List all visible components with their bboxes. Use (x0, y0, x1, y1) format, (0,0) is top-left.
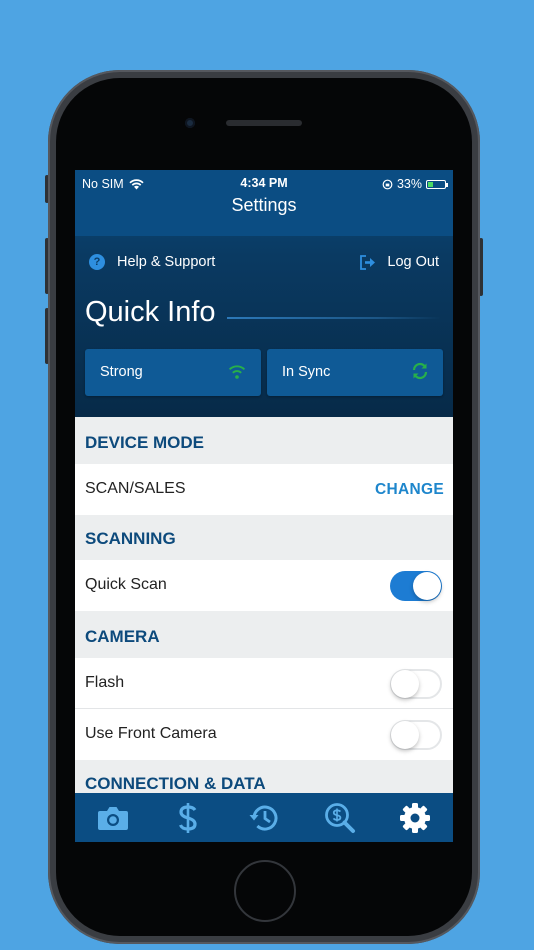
device-mode-row: SCAN/SALES CHANGE (75, 464, 453, 515)
wifi-signal-icon (228, 365, 246, 379)
navigation-bar: No SIM 4:34 PM 33% Settings (75, 170, 453, 236)
front-camera-row: Use Front Camera (75, 709, 453, 760)
price-search-icon (324, 802, 355, 833)
toggle-knob (391, 670, 419, 698)
section-device-mode: DEVICE MODE (75, 417, 453, 464)
tab-bar (75, 793, 453, 842)
tab-price-lookup[interactable] (315, 798, 365, 838)
earpiece-speaker (226, 120, 302, 126)
section-camera: CAMERA (75, 611, 453, 658)
tab-sales[interactable] (163, 798, 213, 838)
app-screen: No SIM 4:34 PM 33% Settings ? Help & Sup… (75, 170, 453, 842)
change-mode-button[interactable]: CHANGE (375, 481, 444, 499)
front-camera-icon (185, 118, 195, 128)
page-title: Settings (231, 195, 297, 215)
header-actions: ? Help & Support Log Out (89, 254, 439, 276)
help-icon: ? (89, 254, 105, 270)
quick-scan-toggle[interactable] (390, 571, 442, 601)
device-mode-value: SCAN/SALES (85, 480, 186, 497)
signal-strength-label: Strong (100, 364, 143, 380)
gear-icon (400, 802, 431, 833)
section-title: CAMERA (85, 627, 160, 646)
battery-percent: 33% (396, 177, 422, 191)
toggle-knob (413, 572, 441, 600)
battery-level-fill (428, 181, 433, 187)
camera-icon (97, 806, 128, 830)
quick-scan-label: Quick Scan (85, 576, 167, 593)
quick-info-divider (227, 317, 441, 319)
section-title: SCANNING (85, 529, 176, 548)
tab-scan[interactable] (88, 798, 138, 838)
status-battery: 33% (382, 176, 448, 192)
quick-info-title: Quick Info (85, 296, 216, 328)
log-out-button[interactable]: Log Out (359, 254, 439, 270)
log-out-icon (360, 254, 376, 270)
flash-toggle[interactable] (390, 669, 442, 699)
home-button[interactable] (234, 860, 296, 922)
sync-icon (412, 362, 428, 380)
front-camera-label: Use Front Camera (85, 725, 217, 742)
flash-row: Flash (75, 658, 453, 709)
section-title: DEVICE MODE (85, 433, 205, 452)
tab-settings[interactable] (390, 798, 440, 838)
help-support-link[interactable]: ? Help & Support (89, 254, 215, 270)
tab-history[interactable] (239, 798, 289, 838)
log-out-label: Log Out (387, 254, 439, 270)
flash-label: Flash (85, 674, 125, 691)
front-camera-toggle[interactable] (390, 720, 442, 750)
battery-icon (426, 179, 448, 189)
sync-status-label: In Sync (282, 364, 331, 380)
section-title: CONNECTION & DATA (85, 774, 266, 793)
help-support-label: Help & Support (117, 254, 216, 270)
signal-strength-card[interactable]: Strong (85, 349, 261, 396)
dollar-icon (179, 802, 197, 833)
orientation-lock-icon (382, 179, 393, 189)
history-icon (249, 805, 278, 831)
toggle-knob (391, 721, 419, 749)
sync-status-card[interactable]: In Sync (267, 349, 443, 396)
quick-scan-row: Quick Scan (75, 560, 453, 611)
section-scanning: SCANNING (75, 515, 453, 562)
